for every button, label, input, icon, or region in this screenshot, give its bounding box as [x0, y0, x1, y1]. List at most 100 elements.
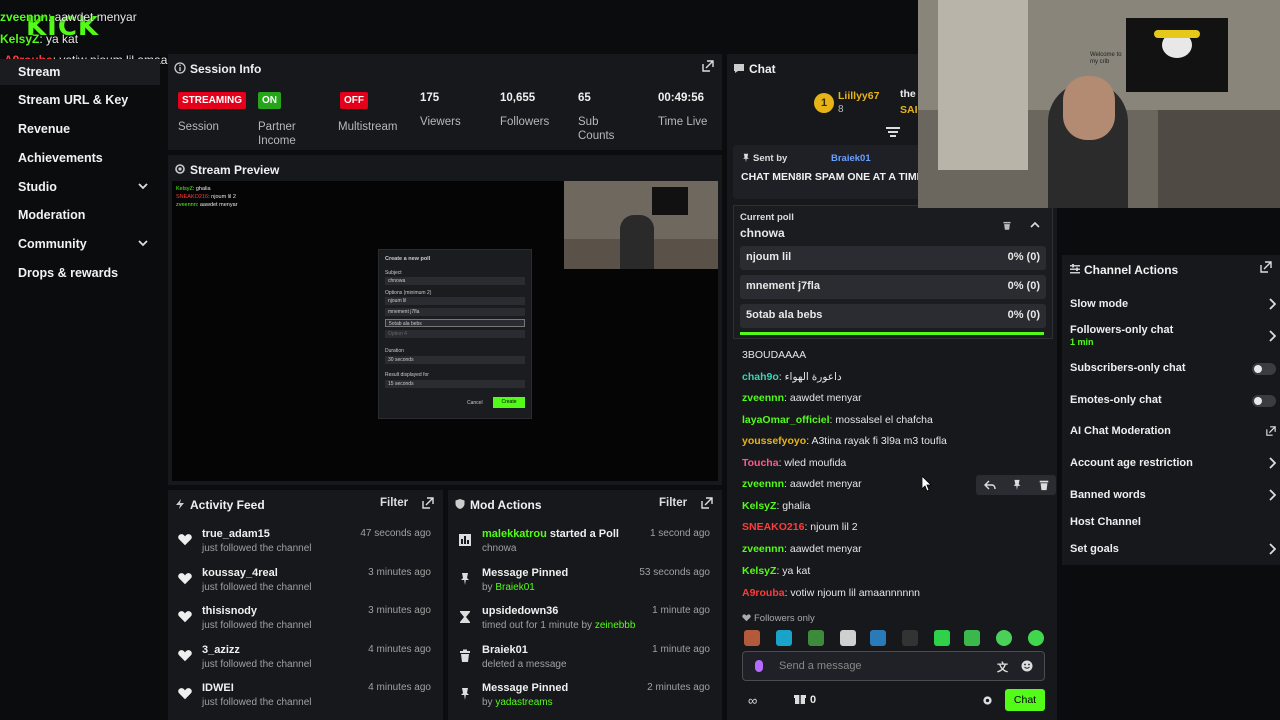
emote[interactable] — [1028, 630, 1044, 646]
chat-message[interactable]: 3BOUDAAAA — [742, 349, 806, 361]
chat-message[interactable]: layaOmar_officiel: mossalsel el chafcha — [742, 414, 933, 426]
sidebar-item-stream[interactable]: Stream — [0, 59, 160, 85]
cancel-button[interactable]: Cancel — [467, 400, 483, 406]
gift-icon[interactable] — [794, 693, 806, 705]
lightning-icon — [176, 499, 184, 509]
external-link-icon[interactable] — [702, 60, 714, 72]
chat-message[interactable]: youssefyoyo: A3tina rayak fi 3l9a m3 tou… — [742, 435, 947, 447]
follower-name[interactable]: true_adam15 — [202, 528, 270, 540]
option-input[interactable]: 5otab ala bebs — [385, 319, 525, 327]
chat-username[interactable]: A9rouba — [742, 587, 785, 599]
follower-name[interactable]: koussay_4real — [202, 567, 278, 579]
top-gifter-name[interactable]: Liillyy67 — [838, 90, 879, 102]
chat-username[interactable]: KelsyZ — [742, 500, 776, 512]
infinity-icon[interactable]: ∞ — [748, 693, 757, 708]
reply-icon[interactable] — [984, 479, 996, 491]
moderator-name[interactable]: Braiek01 — [495, 582, 534, 593]
option-input[interactable]: Option 4 — [385, 330, 525, 338]
followers-only-label: Followers only — [754, 613, 815, 624]
translate-icon[interactable]: 文 — [997, 659, 1008, 675]
external-link-icon[interactable] — [701, 497, 713, 509]
chat-message[interactable]: chah9o: داعورة الهواء — [742, 371, 842, 383]
chat-username[interactable]: chah9o — [742, 371, 779, 383]
chat-username[interactable]: zveennn — [742, 543, 784, 555]
create-button[interactable]: Create — [493, 397, 525, 408]
option-input[interactable]: mnement j7fla — [385, 308, 525, 316]
sidebar-item-revenue[interactable]: Revenue — [0, 116, 160, 142]
action-text[interactable]: upsidedown36 — [482, 605, 558, 617]
emote[interactable] — [934, 630, 950, 646]
chat-message[interactable]: KelsyZ: ghalia — [742, 500, 810, 512]
chat-message[interactable]: zveennn: aawdet menyar — [742, 543, 862, 555]
external-link-icon[interactable] — [422, 497, 434, 509]
sidebar-item-stream-url-key[interactable]: Stream URL & Key — [0, 87, 160, 113]
chat-message[interactable]: Toucha: wled moufida — [742, 457, 846, 469]
host-channel-item[interactable]: Host Channel — [1070, 516, 1276, 528]
action-text[interactable]: Braiek01 — [482, 644, 528, 656]
emote[interactable] — [744, 630, 760, 646]
sidebar-item-studio[interactable]: Studio — [0, 174, 160, 200]
trash-icon[interactable] — [1002, 220, 1012, 231]
emote[interactable] — [808, 630, 824, 646]
pinned-user[interactable]: Braiek01 — [831, 153, 871, 164]
pin-icon[interactable] — [1011, 479, 1023, 491]
poll-option[interactable]: njoum lil 0% (0) — [740, 246, 1046, 270]
emote[interactable] — [996, 630, 1012, 646]
chat-message[interactable]: A9rouba: votiw njoum lil amaannnnnn — [742, 587, 920, 599]
emote[interactable] — [840, 630, 856, 646]
emote[interactable] — [870, 630, 886, 646]
chat-username[interactable]: youssefyoyo — [742, 435, 806, 447]
sidebar-item-community[interactable]: Community — [0, 231, 160, 257]
chat-message[interactable]: zveennn: aawdet menyar — [742, 392, 862, 404]
chat-input-box[interactable]: Send a message 文 — [742, 651, 1045, 681]
emoji-icon[interactable] — [1021, 660, 1033, 672]
subject-input[interactable]: chnowa — [385, 277, 525, 285]
chat-message[interactable]: SNEAKO216: njoum lil 2 — [742, 521, 858, 533]
chat-username[interactable]: Toucha — [742, 457, 779, 469]
chat-username[interactable]: layaOmar_officiel — [742, 414, 830, 426]
chat-send-button[interactable]: Chat — [1005, 689, 1045, 711]
stream-preview-video[interactable]: KelsyZ: ghalia SNEAKO216: njoum lil 2 zv… — [172, 181, 718, 481]
gear-icon[interactable] — [982, 695, 993, 706]
poll-option[interactable]: 5otab ala bebs 0% (0) — [740, 304, 1046, 328]
chevron-up-icon[interactable] — [1030, 221, 1040, 229]
duration-select[interactable]: 30 seconds — [385, 356, 525, 364]
chat-message[interactable]: zveennn: aawdet menyar — [742, 478, 862, 490]
result-select[interactable]: 15 seconds — [385, 380, 525, 388]
second-gifter-name[interactable]: the — [900, 88, 916, 100]
moderator-name[interactable]: malekkatrou — [482, 528, 547, 540]
banned-words-item[interactable]: Banned words — [1070, 489, 1276, 501]
emotes-only-toggle[interactable] — [1252, 395, 1276, 407]
option-input[interactable]: njoum lil — [385, 297, 525, 305]
sidebar-item-drops-rewards[interactable]: Drops & rewards — [0, 260, 160, 286]
moderator-name[interactable]: yadastreams — [495, 697, 552, 708]
account-age-restriction-item[interactable]: Account age restriction — [1070, 457, 1276, 469]
external-link-icon[interactable] — [1260, 261, 1272, 273]
set-goals-item[interactable]: Set goals — [1070, 543, 1276, 555]
chat-username[interactable]: KelsyZ — [742, 565, 776, 577]
slow-mode-item[interactable]: Slow mode — [1070, 298, 1276, 310]
chat-message[interactable]: KelsyZ: ya kat — [742, 565, 810, 577]
emote[interactable] — [902, 630, 918, 646]
emote[interactable] — [776, 630, 792, 646]
ai-chat-moderation-item[interactable]: AI Chat Moderation — [1070, 425, 1276, 437]
sidebar-item-moderation[interactable]: Moderation — [0, 202, 160, 228]
follower-name[interactable]: IDWEI — [202, 682, 234, 694]
trash-icon[interactable] — [1038, 479, 1050, 491]
filter-button[interactable]: Filter — [659, 497, 687, 509]
poll-option[interactable]: mnement j7fla 0% (0) — [740, 275, 1046, 299]
followers-only-chat-item[interactable]: Followers-only chat 1 min — [1070, 324, 1276, 347]
moderator-name[interactable]: zeinebbb — [595, 620, 636, 631]
filter-button[interactable]: Filter — [380, 497, 408, 509]
subscribers-only-toggle[interactable] — [1252, 363, 1276, 375]
follower-name[interactable]: 3_azizz — [202, 644, 240, 656]
mod-actions-panel: Mod Actions Filter malekkatrou started a… — [448, 490, 722, 720]
follower-name[interactable]: thisisnody — [202, 605, 257, 617]
sidebar-item-achievements[interactable]: Achievements — [0, 145, 160, 171]
chat-username[interactable]: SNEAKO216 — [742, 521, 804, 533]
chat-username[interactable]: zveennn — [742, 478, 784, 490]
activity-row: IDWEI just followed the channel 4 minutes … — [168, 682, 443, 720]
emote[interactable] — [964, 630, 980, 646]
chat-username[interactable]: zveennn — [742, 392, 784, 404]
filter-lines-icon[interactable] — [886, 126, 900, 138]
